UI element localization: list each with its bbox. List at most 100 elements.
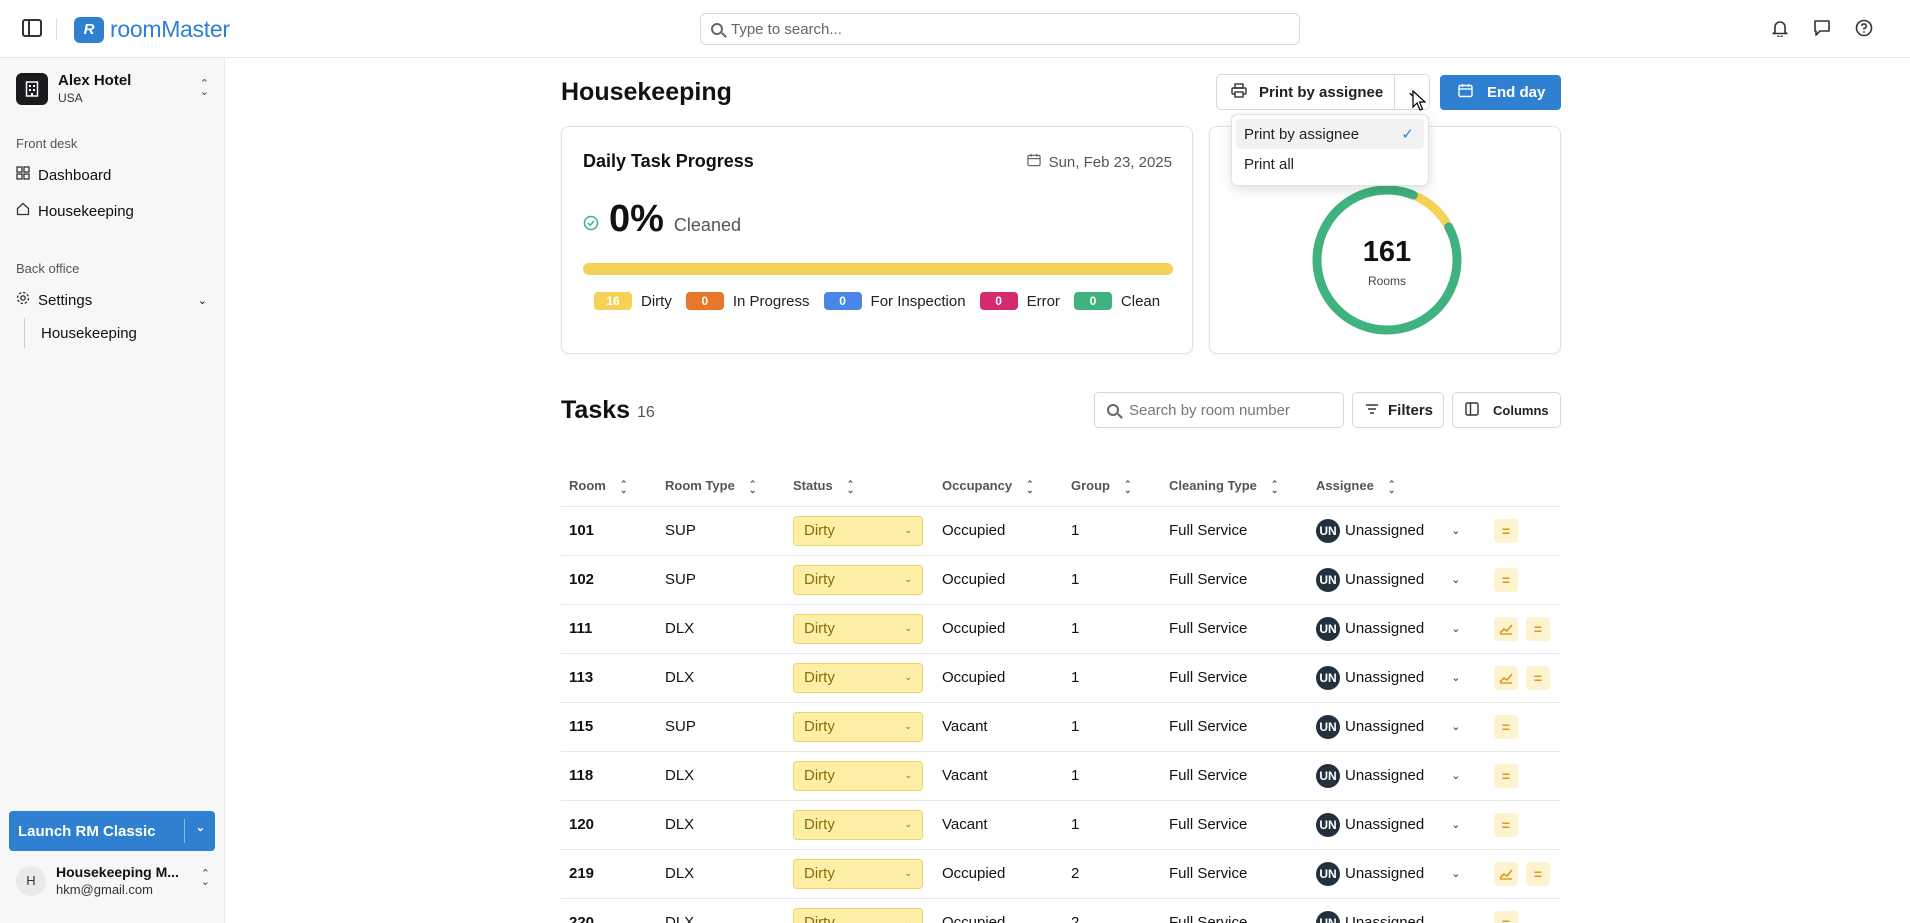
status-value: Dirty xyxy=(804,865,835,882)
chevron-down-icon: ⌄ xyxy=(1451,770,1461,782)
equals-icon[interactable]: = xyxy=(1526,861,1550,886)
column-header[interactable]: Cleaning Type ⌃ ⌄ xyxy=(1161,466,1308,507)
room-type: DLX xyxy=(657,751,785,801)
equals-icon[interactable]: = xyxy=(1494,714,1518,739)
room-number: 120 xyxy=(561,800,657,850)
status-select[interactable]: Dirty ⌄ xyxy=(793,613,923,644)
sort-icon[interactable]: ⌃ ⌄ xyxy=(749,479,757,494)
status-select[interactable]: Dirty ⌄ xyxy=(793,515,923,546)
assignee-cell: UN Unassigned ⌄ xyxy=(1308,555,1486,605)
status-select[interactable]: Dirty ⌄ xyxy=(793,662,923,693)
chevron-down-icon: ⌄ xyxy=(1451,525,1461,537)
sidebar-item-housekeeping[interactable]: Housekeeping xyxy=(16,202,211,220)
status-select[interactable]: Dirty ⌄ xyxy=(793,564,923,595)
hotel-switcher[interactable]: Alex Hotel USA ⌃ ⌄ xyxy=(16,72,211,105)
assignee-select[interactable]: UN Unassigned ⌄ xyxy=(1316,567,1486,592)
sort-icon[interactable]: ⌃ ⌄ xyxy=(847,479,855,494)
chevron-down-icon: ⌄ xyxy=(904,623,912,633)
checkout-icon[interactable] xyxy=(1494,861,1518,886)
checkout-icon[interactable] xyxy=(1494,665,1518,690)
chevron-down-icon[interactable]: ⌄ xyxy=(196,821,205,834)
table-row[interactable]: 219 DLX Dirty ⌄ Occupied 2 Full Service UN Unass… xyxy=(561,849,1561,899)
table-row[interactable]: 220 DLX Dirty ⌄ Occupied 2 Full Service UN Unass… xyxy=(561,898,1561,923)
status-select[interactable]: Dirty ⌄ xyxy=(793,760,923,791)
row-actions: = xyxy=(1494,567,1561,592)
sidebar-item-settings[interactable]: Settings ⌄ xyxy=(16,291,211,309)
print-menu-item[interactable]: Print all xyxy=(1236,149,1424,179)
checkout-icon[interactable] xyxy=(1494,616,1518,641)
equals-icon[interactable]: = xyxy=(1526,665,1550,690)
room-search[interactable] xyxy=(1094,392,1344,428)
cleaning-type: Full Service xyxy=(1161,898,1308,923)
assignee-select[interactable]: UN Unassigned ⌄ xyxy=(1316,861,1486,886)
global-search[interactable] xyxy=(700,13,1300,45)
help-icon[interactable] xyxy=(1854,18,1874,38)
assignee-select[interactable]: UN Unassigned ⌄ xyxy=(1316,812,1486,837)
chevron-down-icon: ⌄ xyxy=(904,574,912,584)
legend-count-badge: 16 xyxy=(594,292,632,310)
user-email: hkm@gmail.com xyxy=(56,882,153,897)
actions-cell: = xyxy=(1486,751,1561,801)
print-button[interactable]: Print by assignee xyxy=(1217,75,1396,109)
columns-button[interactable]: Columns xyxy=(1452,392,1561,428)
status-value: Dirty xyxy=(804,816,835,833)
sort-icon[interactable]: ⌃ ⌄ xyxy=(1388,479,1396,494)
equals-icon[interactable]: = xyxy=(1494,567,1518,592)
table-row[interactable]: 118 DLX Dirty ⌄ Vacant 1 Full Service UN Unassig… xyxy=(561,751,1561,801)
column-header[interactable]: Assignee ⌃ ⌄ xyxy=(1308,466,1486,507)
equals-icon[interactable]: = xyxy=(1526,616,1550,641)
column-header-label: Room xyxy=(569,478,606,494)
table-row[interactable]: 113 DLX Dirty ⌄ Occupied 1 Full Service UN Unass… xyxy=(561,653,1561,703)
gear-icon xyxy=(16,291,30,309)
app-logo[interactable]: R roomMaster xyxy=(74,16,230,43)
equals-icon[interactable]: = xyxy=(1494,812,1518,837)
column-header[interactable]: Occupancy ⌃ ⌄ xyxy=(934,466,1063,507)
check-icon: ✓ xyxy=(1401,126,1414,143)
sort-icon[interactable]: ⌃ ⌄ xyxy=(1124,479,1132,494)
print-menu-item[interactable]: Print by assignee ✓ xyxy=(1236,119,1424,149)
launch-rm-classic-button[interactable]: Launch RM Classic ⌄ xyxy=(9,811,215,851)
table-row[interactable]: 101 SUP Dirty ⌄ Occupied 1 Full Service UN Unass… xyxy=(561,506,1561,556)
assignee-select[interactable]: UN Unassigned ⌄ xyxy=(1316,518,1486,543)
end-day-button[interactable]: End day xyxy=(1440,75,1561,110)
assignee-select[interactable]: UN Unassigned ⌄ xyxy=(1316,714,1486,739)
column-header[interactable]: Status ⌃ ⌄ xyxy=(785,466,934,507)
column-header[interactable]: Room Type ⌃ ⌄ xyxy=(657,466,785,507)
bell-icon[interactable] xyxy=(1770,18,1790,38)
filters-button[interactable]: Filters xyxy=(1352,392,1444,428)
chat-icon[interactable] xyxy=(1812,18,1832,38)
table-row[interactable]: 115 SUP Dirty ⌄ Vacant 1 Full Service UN Unassig… xyxy=(561,702,1561,752)
assignee-select[interactable]: UN Unassigned ⌄ xyxy=(1316,763,1486,788)
sidebar-subitem-housekeeping[interactable]: Housekeeping xyxy=(24,318,137,348)
status-cell: Dirty ⌄ xyxy=(785,653,934,703)
assignee-select[interactable]: UN Unassigned ⌄ xyxy=(1316,616,1486,641)
sidebar-item-dashboard[interactable]: Dashboard xyxy=(16,166,211,184)
column-header[interactable]: Room ⌃ ⌄ xyxy=(561,466,657,507)
sort-icon[interactable]: ⌃ ⌄ xyxy=(620,479,628,494)
table-row[interactable]: 102 SUP Dirty ⌄ Occupied 1 Full Service UN Unass… xyxy=(561,555,1561,605)
avatar: UN xyxy=(1316,616,1340,641)
chevron-down-icon: ⌄ xyxy=(197,294,207,307)
status-select[interactable]: Dirty ⌄ xyxy=(793,809,923,840)
sort-icon[interactable]: ⌃ ⌄ xyxy=(1026,479,1034,494)
room-search-input[interactable] xyxy=(1129,401,1339,419)
cleaning-type: Full Service xyxy=(1161,800,1308,850)
equals-icon[interactable]: = xyxy=(1494,763,1518,788)
assignee-select[interactable]: UN Unassigned ⌄ xyxy=(1316,910,1486,923)
sort-icon[interactable]: ⌃ ⌄ xyxy=(1271,479,1279,494)
status-cell: Dirty ⌄ xyxy=(785,751,934,801)
status-select[interactable]: Dirty ⌄ xyxy=(793,907,923,923)
equals-icon[interactable]: = xyxy=(1494,518,1518,543)
table-row[interactable]: 111 DLX Dirty ⌄ Occupied 1 Full Service UN Unass… xyxy=(561,604,1561,654)
assignee-select[interactable]: UN Unassigned ⌄ xyxy=(1316,665,1486,690)
table-row[interactable]: 120 DLX Dirty ⌄ Vacant 1 Full Service UN Unassig… xyxy=(561,800,1561,850)
status-select[interactable]: Dirty ⌄ xyxy=(793,711,923,742)
global-search-input[interactable] xyxy=(731,20,1271,38)
check-circle-icon xyxy=(583,215,599,236)
user-menu[interactable]: H Housekeeping M... hkm@gmail.com ⌃ ⌄ xyxy=(16,864,212,897)
sidebar-toggle-icon[interactable] xyxy=(22,19,42,37)
hotel-country: USA xyxy=(58,91,83,105)
column-header[interactable]: Group ⌃ ⌄ xyxy=(1063,466,1161,507)
equals-icon[interactable]: = xyxy=(1494,910,1518,923)
status-select[interactable]: Dirty ⌄ xyxy=(793,858,923,889)
